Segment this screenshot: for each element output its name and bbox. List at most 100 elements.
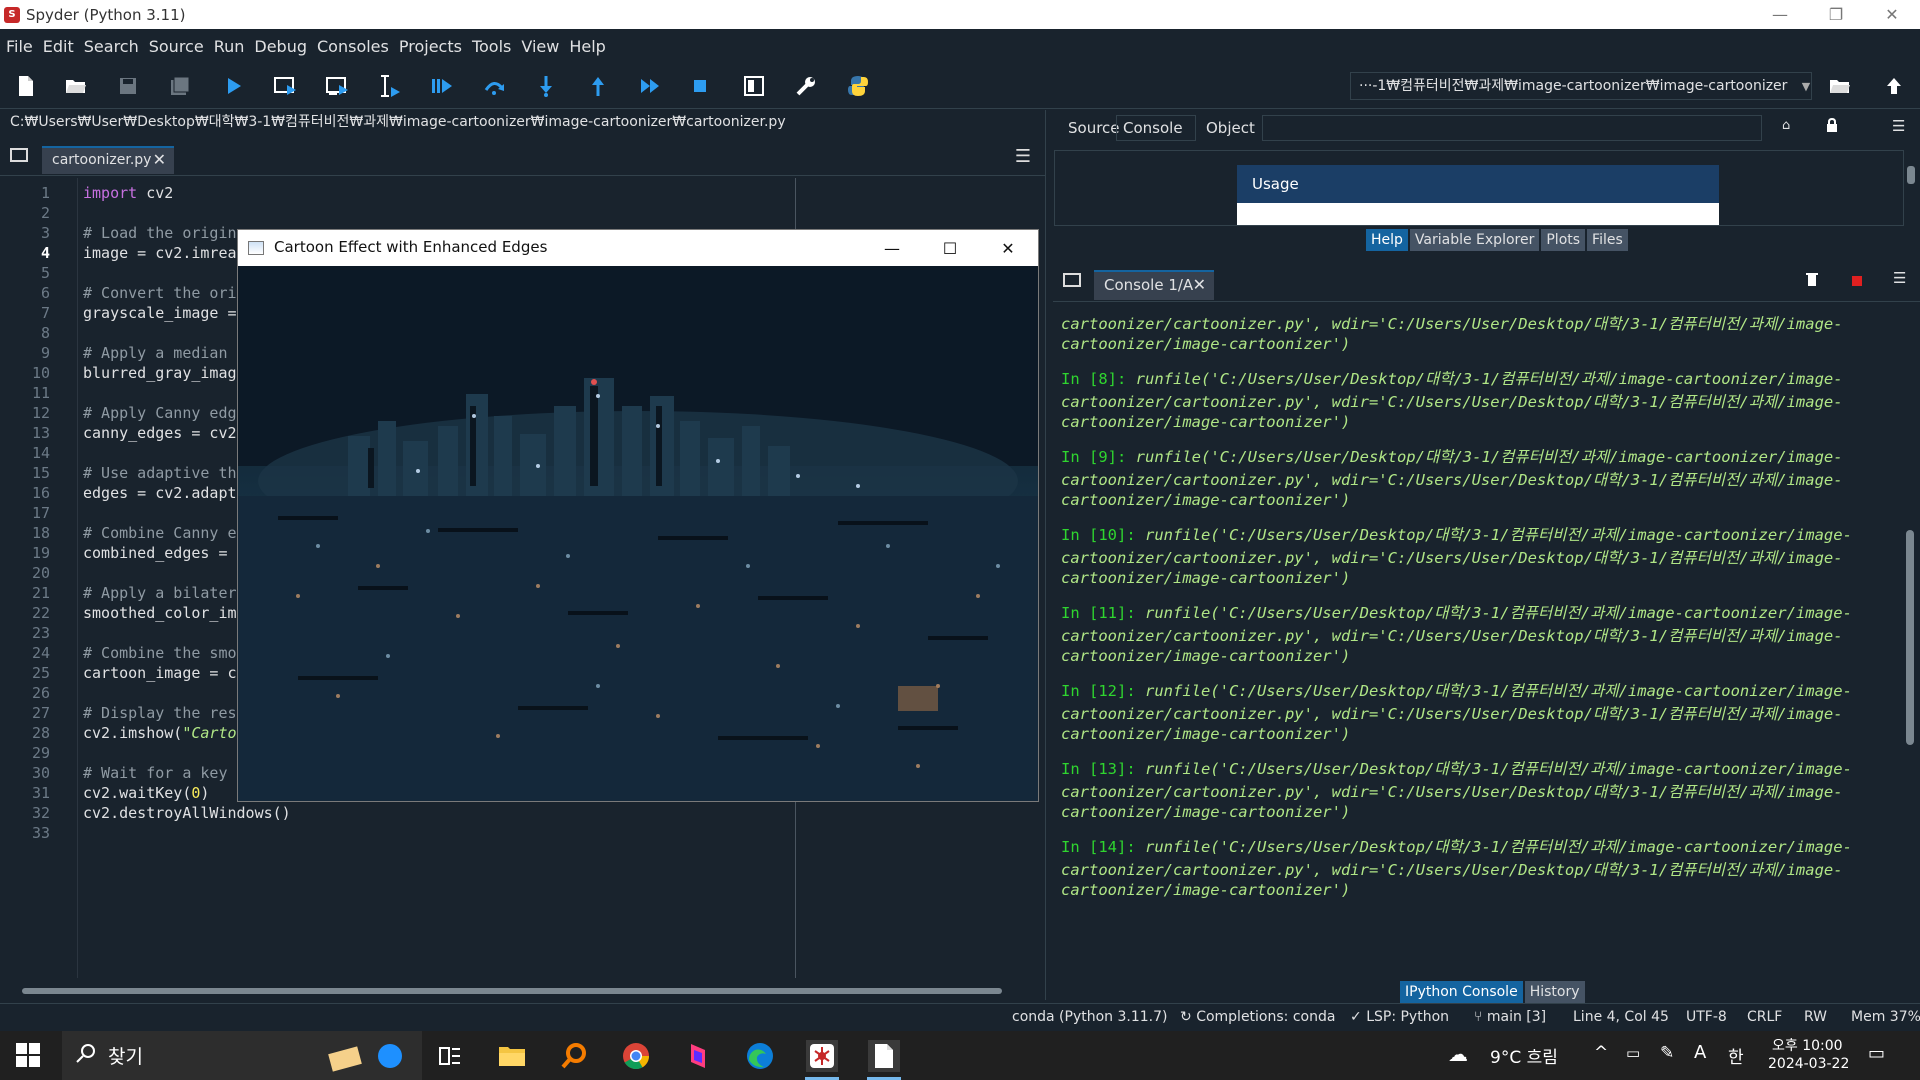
scrollbar-thumb[interactable] [22,988,1002,994]
help-object-label: Object [1206,119,1255,137]
help-options-icon[interactable]: ☰ [1892,117,1905,135]
run-icon[interactable] [220,73,248,99]
run-selection-icon[interactable] [376,73,404,99]
debug-icon[interactable] [428,73,456,99]
new-file-icon[interactable] [12,73,40,99]
menu-tools[interactable]: Tools [472,37,511,56]
menu-file[interactable]: File [6,37,33,56]
tab-ipython-console[interactable]: IPython Console [1400,981,1523,1003]
tab-cartoonizer-py[interactable]: cartoonizer.py ✕ [42,146,174,174]
start-icon[interactable] [16,1043,40,1067]
trash-icon[interactable] [1806,272,1818,290]
ime-mode-indicator[interactable]: A [1694,1042,1706,1063]
menu-edit[interactable]: Edit [43,37,74,56]
pane-splitter[interactable] [1045,110,1053,1000]
notification-icon[interactable]: ▭ [1868,1043,1885,1064]
console-options-icon[interactable]: ☰ [1893,269,1906,287]
step-into-icon[interactable] [532,73,560,99]
tab-plots[interactable]: Plots [1541,229,1586,251]
restore-button[interactable]: ❐ [1808,0,1864,29]
lock-icon[interactable] [1826,117,1838,136]
help-scrollbar[interactable] [1906,150,1916,226]
close-icon[interactable]: ✕ [1193,272,1206,298]
status-git: ⑂ main [3] [1474,1009,1547,1025]
tab-console-1a[interactable]: Console 1/A ✕ [1094,270,1214,300]
weather-text[interactable]: 9°C 흐림 [1490,1043,1558,1068]
preferences-icon[interactable] [792,73,820,99]
menu-projects[interactable]: Projects [399,37,462,56]
scrollbar-thumb[interactable] [1907,166,1915,184]
code-line: blurred_gray_imag [83,364,237,382]
file-explorer-icon[interactable] [496,1040,528,1072]
menu-debug[interactable]: Debug [254,37,307,56]
working-directory-combo[interactable]: ···-1₩컴퓨터비전₩과제₩image-cartoonizer₩image-c… [1350,72,1812,100]
console-text: cartoonizer/image-cartoonizer') [1061,335,1351,353]
browse-folder-icon[interactable] [1826,73,1854,99]
run-cell-advance-icon[interactable] [324,73,352,99]
continue-icon[interactable] [636,73,664,99]
run-cell-icon[interactable] [272,73,300,99]
browse-tabs-icon[interactable] [1063,273,1081,287]
minimize-button[interactable]: — [863,230,921,266]
console-text: cartoonizer/cartoonizer.py', wdir='C:/Us… [1061,549,1843,567]
ime-language-indicator[interactable]: 한 [1728,1043,1744,1068]
menu-search[interactable]: Search [84,37,139,56]
tab-history[interactable]: History [1524,981,1585,1003]
help-object-input[interactable] [1262,115,1762,141]
pen-icon[interactable]: ✎ [1660,1043,1674,1063]
maximize-button[interactable]: ☐ [921,230,979,266]
menu-view[interactable]: View [521,37,559,56]
search-app-icon[interactable] [558,1040,590,1072]
menu-consoles[interactable]: Consoles [317,37,389,56]
status-lsp: ✓ LSP: Python [1350,1009,1450,1025]
menu-help[interactable]: Help [569,37,605,56]
console-text: cartoonizer/image-cartoonizer') [1061,647,1351,665]
console-prompt: In [13]: [1061,760,1136,778]
python-path-icon[interactable] [844,73,872,99]
minimize-button[interactable]: — [1752,0,1808,29]
line-number: 27 [31,704,50,722]
console-text: cartoonizer/cartoonizer.py', wdir='C:/Us… [1061,783,1843,801]
opencv-image-window[interactable]: Cartoon Effect with Enhanced Edges — ☐ ✕ [237,229,1039,802]
home-icon[interactable]: ⌂ [1782,118,1790,133]
opencv-window-titlebar[interactable]: Cartoon Effect with Enhanced Edges — ☐ ✕ [238,230,1038,266]
status-environment[interactable]: conda (Python 3.11.7) [1012,1009,1167,1025]
weather-icon[interactable]: ☁ [1448,1042,1468,1066]
close-icon[interactable]: ✕ [153,148,166,172]
ipython-console[interactable]: cartoonizer/cartoonizer.py', wdir='C:/Us… [1053,302,1904,972]
stop-icon[interactable] [686,73,714,99]
help-source-combo[interactable]: Console [1116,115,1196,141]
save-icon[interactable] [114,73,142,99]
clock-date[interactable]: 2024-03-22 [1768,1056,1849,1072]
chevron-down-icon[interactable]: ▼ [1798,72,1814,100]
spyder-screen: S Spyder (Python 3.11) — ❐ ✕ File Edit S… [0,0,1920,1080]
step-return-icon[interactable] [584,73,612,99]
chrome-icon[interactable] [620,1040,652,1072]
tab-files[interactable]: Files [1587,229,1628,251]
notepad-icon[interactable] [868,1040,900,1072]
save-all-icon[interactable] [166,73,194,99]
maximize-pane-icon[interactable] [740,73,768,99]
task-view-icon[interactable] [434,1040,466,1072]
close-button[interactable]: ✕ [979,230,1037,266]
open-file-icon[interactable] [62,73,90,99]
tab-variable-explorer[interactable]: Variable Explorer [1409,229,1540,251]
browse-tabs-icon[interactable] [10,148,28,162]
parent-directory-icon[interactable] [1880,73,1908,99]
menu-run[interactable]: Run [214,37,245,56]
app-icon[interactable] [682,1040,714,1072]
interrupt-kernel-icon[interactable] [1852,272,1862,290]
line-number: 1 [40,184,50,202]
spyder-icon[interactable] [806,1040,838,1072]
console-text: runfile('C:/Users/User/Desktop/대학/3-1/컴퓨… [1135,682,1852,700]
step-icon[interactable] [480,73,508,99]
tab-help[interactable]: Help [1366,229,1408,251]
battery-icon[interactable]: ▭ [1626,1044,1640,1062]
close-button[interactable]: ✕ [1864,0,1920,29]
editor-options-icon[interactable]: ☰ [1015,146,1031,167]
scrollbar-thumb[interactable] [1906,530,1914,745]
menu-source[interactable]: Source [149,37,204,56]
edge-icon[interactable] [744,1040,776,1072]
chevron-up-icon[interactable]: ^ [1594,1043,1608,1063]
clock-time[interactable]: 오후 10:00 [1772,1035,1843,1055]
